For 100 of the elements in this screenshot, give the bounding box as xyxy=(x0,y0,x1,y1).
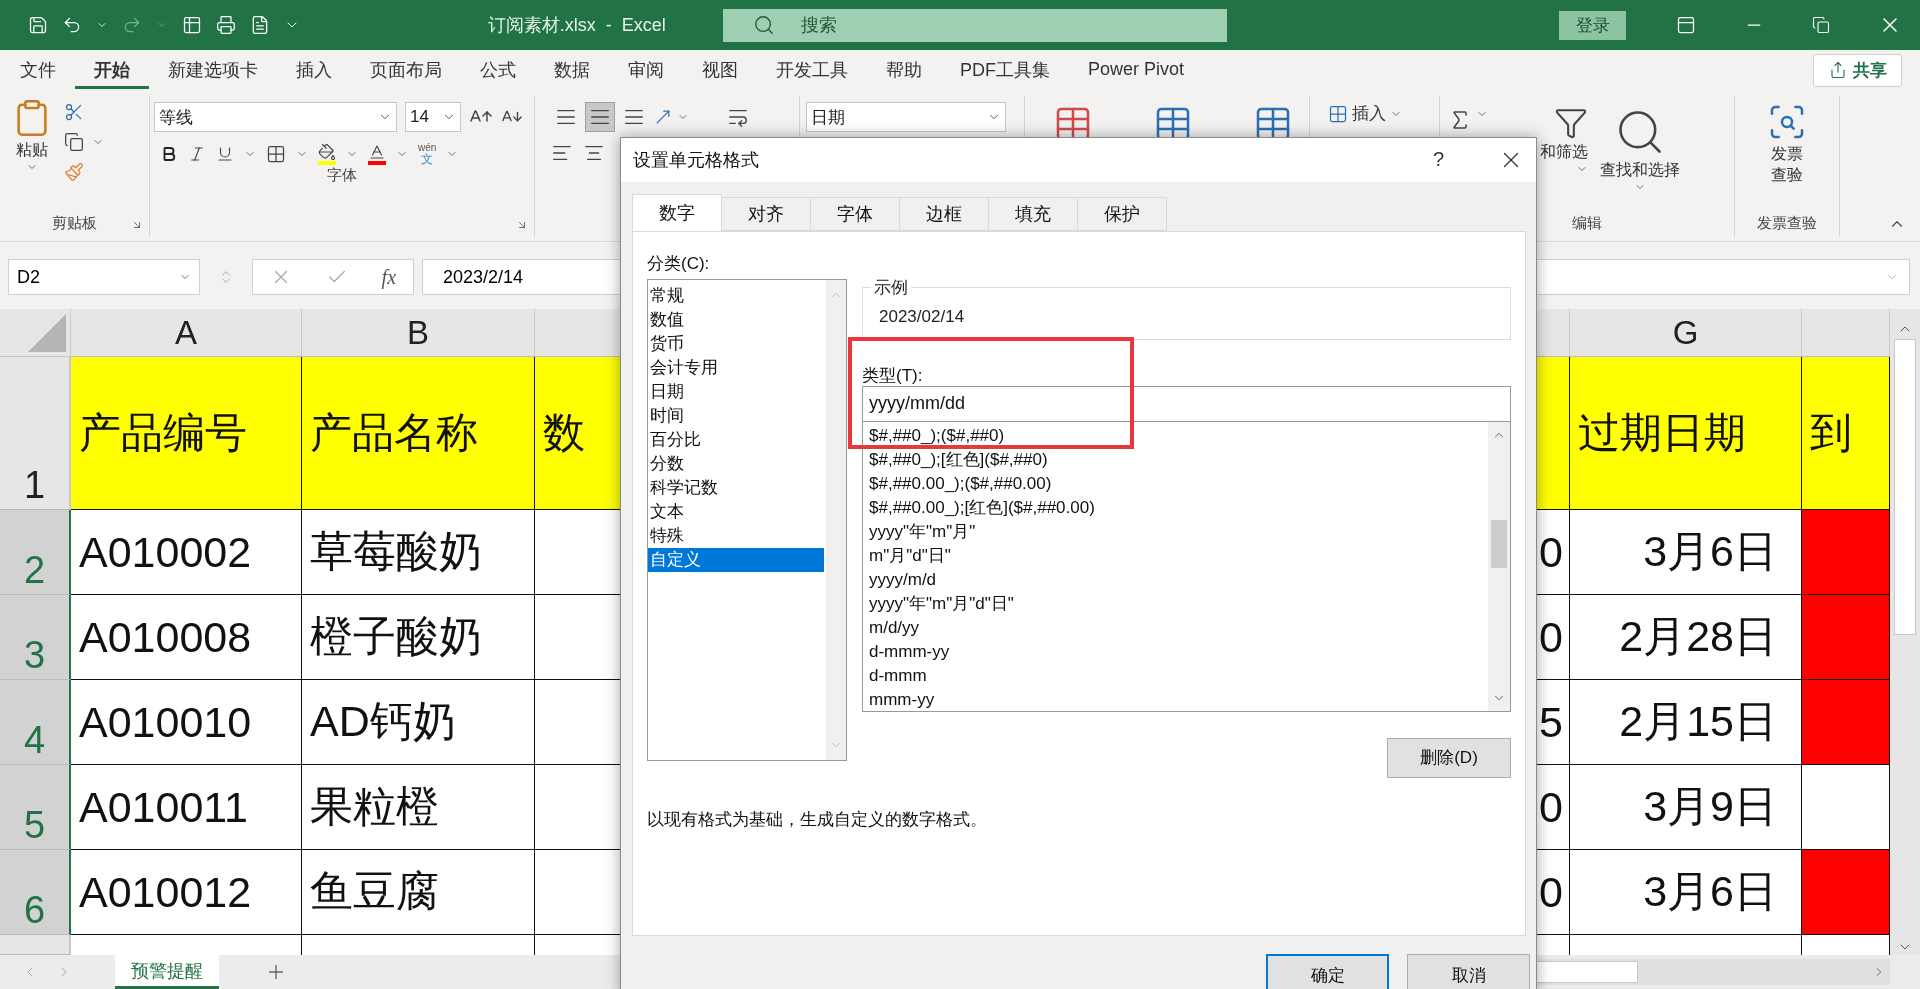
printer-icon[interactable] xyxy=(216,15,236,35)
column-header[interactable]: B xyxy=(302,309,535,357)
redo-icon[interactable] xyxy=(122,15,142,35)
funnel-icon xyxy=(1554,106,1588,140)
category-item[interactable]: 常规 xyxy=(648,283,824,308)
sample-label: 示例 xyxy=(873,276,909,299)
ribbon-display-icon[interactable] xyxy=(1676,15,1696,35)
sheet-tab[interactable]: 预警提醒 xyxy=(115,955,219,989)
dialog-tab[interactable]: 保护 xyxy=(1077,196,1167,231)
description-text: 以现有格式为基础，生成自定义的数字格式。 xyxy=(647,808,988,831)
restore-icon[interactable] xyxy=(1812,16,1830,34)
phonetic-guide-button[interactable]: wén 文 xyxy=(418,142,437,167)
insert-button[interactable]: 插入 xyxy=(1328,102,1402,125)
category-item[interactable]: 自定义 xyxy=(648,547,824,572)
border-icon[interactable] xyxy=(266,144,286,165)
align-middle-button[interactable] xyxy=(585,102,615,132)
menu-tab[interactable]: 公式 xyxy=(461,51,535,89)
menu-tab[interactable]: 数据 xyxy=(535,51,609,89)
table-cell: 鱼豆腐 xyxy=(302,850,535,935)
copy-icon[interactable] xyxy=(64,132,84,152)
menu-tab[interactable]: 新建选项卡 xyxy=(149,51,277,89)
category-list[interactable]: 常规 数值 货币 会计专用 日期 时间 百分比 分数 科学记数 文本 特殊 自定义 xyxy=(647,278,847,761)
header-cell: 过期日期 xyxy=(1570,357,1802,510)
format-item[interactable]: $#,##0_);[红色]($#,##0) xyxy=(869,447,1488,472)
ok-button[interactable]: 确定 xyxy=(1266,954,1389,989)
table-cell: A010012 xyxy=(71,850,302,935)
group-label: 字体 xyxy=(327,166,357,186)
table-cell: 果粒橙 xyxy=(302,765,535,850)
dialog-tab[interactable]: 边框 xyxy=(899,196,989,231)
column-header[interactable]: A xyxy=(71,309,302,357)
save-icon[interactable] xyxy=(28,15,48,35)
category-item[interactable]: 货币 xyxy=(648,331,824,356)
invoice-check-button[interactable]: 发票 查验 xyxy=(1763,100,1811,214)
format-item[interactable]: $#,##0_);($#,##0) xyxy=(869,423,1488,448)
table-cell: 橙子酸奶 xyxy=(302,595,535,680)
row-header[interactable]: 1 xyxy=(0,357,71,510)
dialog-tab[interactable]: 字体 xyxy=(810,196,900,231)
sign-in-button[interactable]: 登录 xyxy=(1559,10,1626,40)
menu-tab[interactable]: 文件 xyxy=(1,51,75,89)
table-cell: A010011 xyxy=(71,765,302,850)
format-list[interactable]: $#,##0_);($#,##0) $#,##0_);[红色]($#,##0) $#,##0.00_);($#,##0.00) $#,##0.00_);[红色]($#,##0.00) yyyy"年"m"月" m"月"d"日" yyyy/m/d yyyy"年"m"月"d"日" m/d/yy d-mmm-yy d-mmm mmm-yy xyxy=(862,421,1511,712)
menu-tab[interactable]: 审阅 xyxy=(609,51,683,89)
dialog-tab[interactable]: 数字 xyxy=(632,193,722,231)
scissors-icon[interactable] xyxy=(64,102,84,122)
group-label: 发票查验 xyxy=(1757,214,1817,233)
cancel-button[interactable]: 取消 xyxy=(1407,954,1530,989)
document-icon[interactable] xyxy=(250,15,270,35)
italic-icon[interactable] xyxy=(188,145,206,164)
group-label: 剪贴板 xyxy=(52,214,97,233)
dialog-tab[interactable]: 对齐 xyxy=(721,196,811,231)
dialog-launcher-icon[interactable] xyxy=(516,219,528,231)
font-name-select[interactable]: 等线 xyxy=(154,102,397,132)
scrollbar-thumb[interactable] xyxy=(1491,519,1507,568)
table-cell: A010002 xyxy=(71,510,302,595)
share-icon xyxy=(1828,61,1847,79)
underline-icon[interactable] xyxy=(216,145,234,164)
row-header[interactable]: 6 xyxy=(0,850,71,935)
table-cell: A010010 xyxy=(71,680,302,765)
row-header[interactable]: 2 xyxy=(0,510,71,595)
menu-tab[interactable]: 视图 xyxy=(683,51,757,89)
undo-icon[interactable] xyxy=(62,15,82,35)
menu-tab[interactable]: 开发工具 xyxy=(757,51,867,89)
find-select-button[interactable]: 查找和选择 xyxy=(1596,104,1684,214)
table-cell: 2月28日 xyxy=(1570,595,1802,680)
delete-button[interactable]: 删除(D) xyxy=(1387,737,1511,778)
sort-filter-button[interactable]: 和筛选 xyxy=(1536,104,1592,214)
share-button[interactable]: 共享 xyxy=(1813,53,1902,87)
row-header[interactable]: 4 xyxy=(0,680,71,765)
menu-tab[interactable]: Power Pivot xyxy=(1069,53,1204,87)
name-box[interactable]: D2 xyxy=(8,259,200,295)
menu-tab[interactable]: 插入 xyxy=(277,51,351,89)
column-header[interactable]: G xyxy=(1570,309,1802,357)
table-cell: A010008 xyxy=(71,595,302,680)
menu-tab[interactable]: 页面布局 xyxy=(351,51,461,89)
menu-tab[interactable]: PDF工具集 xyxy=(941,51,1069,89)
scrollbar-thumb[interactable] xyxy=(1894,339,1916,635)
search-field[interactable]: 搜索 xyxy=(722,8,1228,42)
fill-color-icon[interactable] xyxy=(318,143,336,162)
group-label: 编辑 xyxy=(1572,214,1602,233)
number-format-select[interactable]: 日期 xyxy=(806,102,1006,132)
form-icon[interactable] xyxy=(182,15,202,35)
category-label: 分类(C): xyxy=(647,252,711,275)
dialog-launcher-icon[interactable] xyxy=(131,219,143,231)
menu-tab[interactable]: 帮助 xyxy=(867,51,941,89)
header-cell: 产品名称 xyxy=(302,357,535,510)
insert-function-button[interactable]: fx xyxy=(381,265,397,289)
paste-button[interactable]: 粘贴 xyxy=(8,96,56,214)
format-item[interactable]: $#,##0.00_);($#,##0.00) xyxy=(869,471,1488,496)
help-button[interactable]: ? xyxy=(1426,147,1450,173)
dialog-tab[interactable]: 填充 xyxy=(988,196,1078,231)
table-cell: AD钙奶 xyxy=(302,680,535,765)
paintbrush-icon[interactable] xyxy=(64,162,84,182)
font-size-select[interactable]: 14 xyxy=(405,102,461,132)
row-header[interactable]: 5 xyxy=(0,765,71,850)
category-item[interactable]: 数值 xyxy=(648,307,824,332)
font-color-icon[interactable] xyxy=(368,143,386,162)
type-field[interactable]: yyyy/mm/dd xyxy=(862,385,1511,422)
category-item[interactable]: 特殊 xyxy=(648,523,824,548)
row-header[interactable]: 3 xyxy=(0,595,71,680)
formula-text: 2023/2/14 xyxy=(443,266,524,288)
